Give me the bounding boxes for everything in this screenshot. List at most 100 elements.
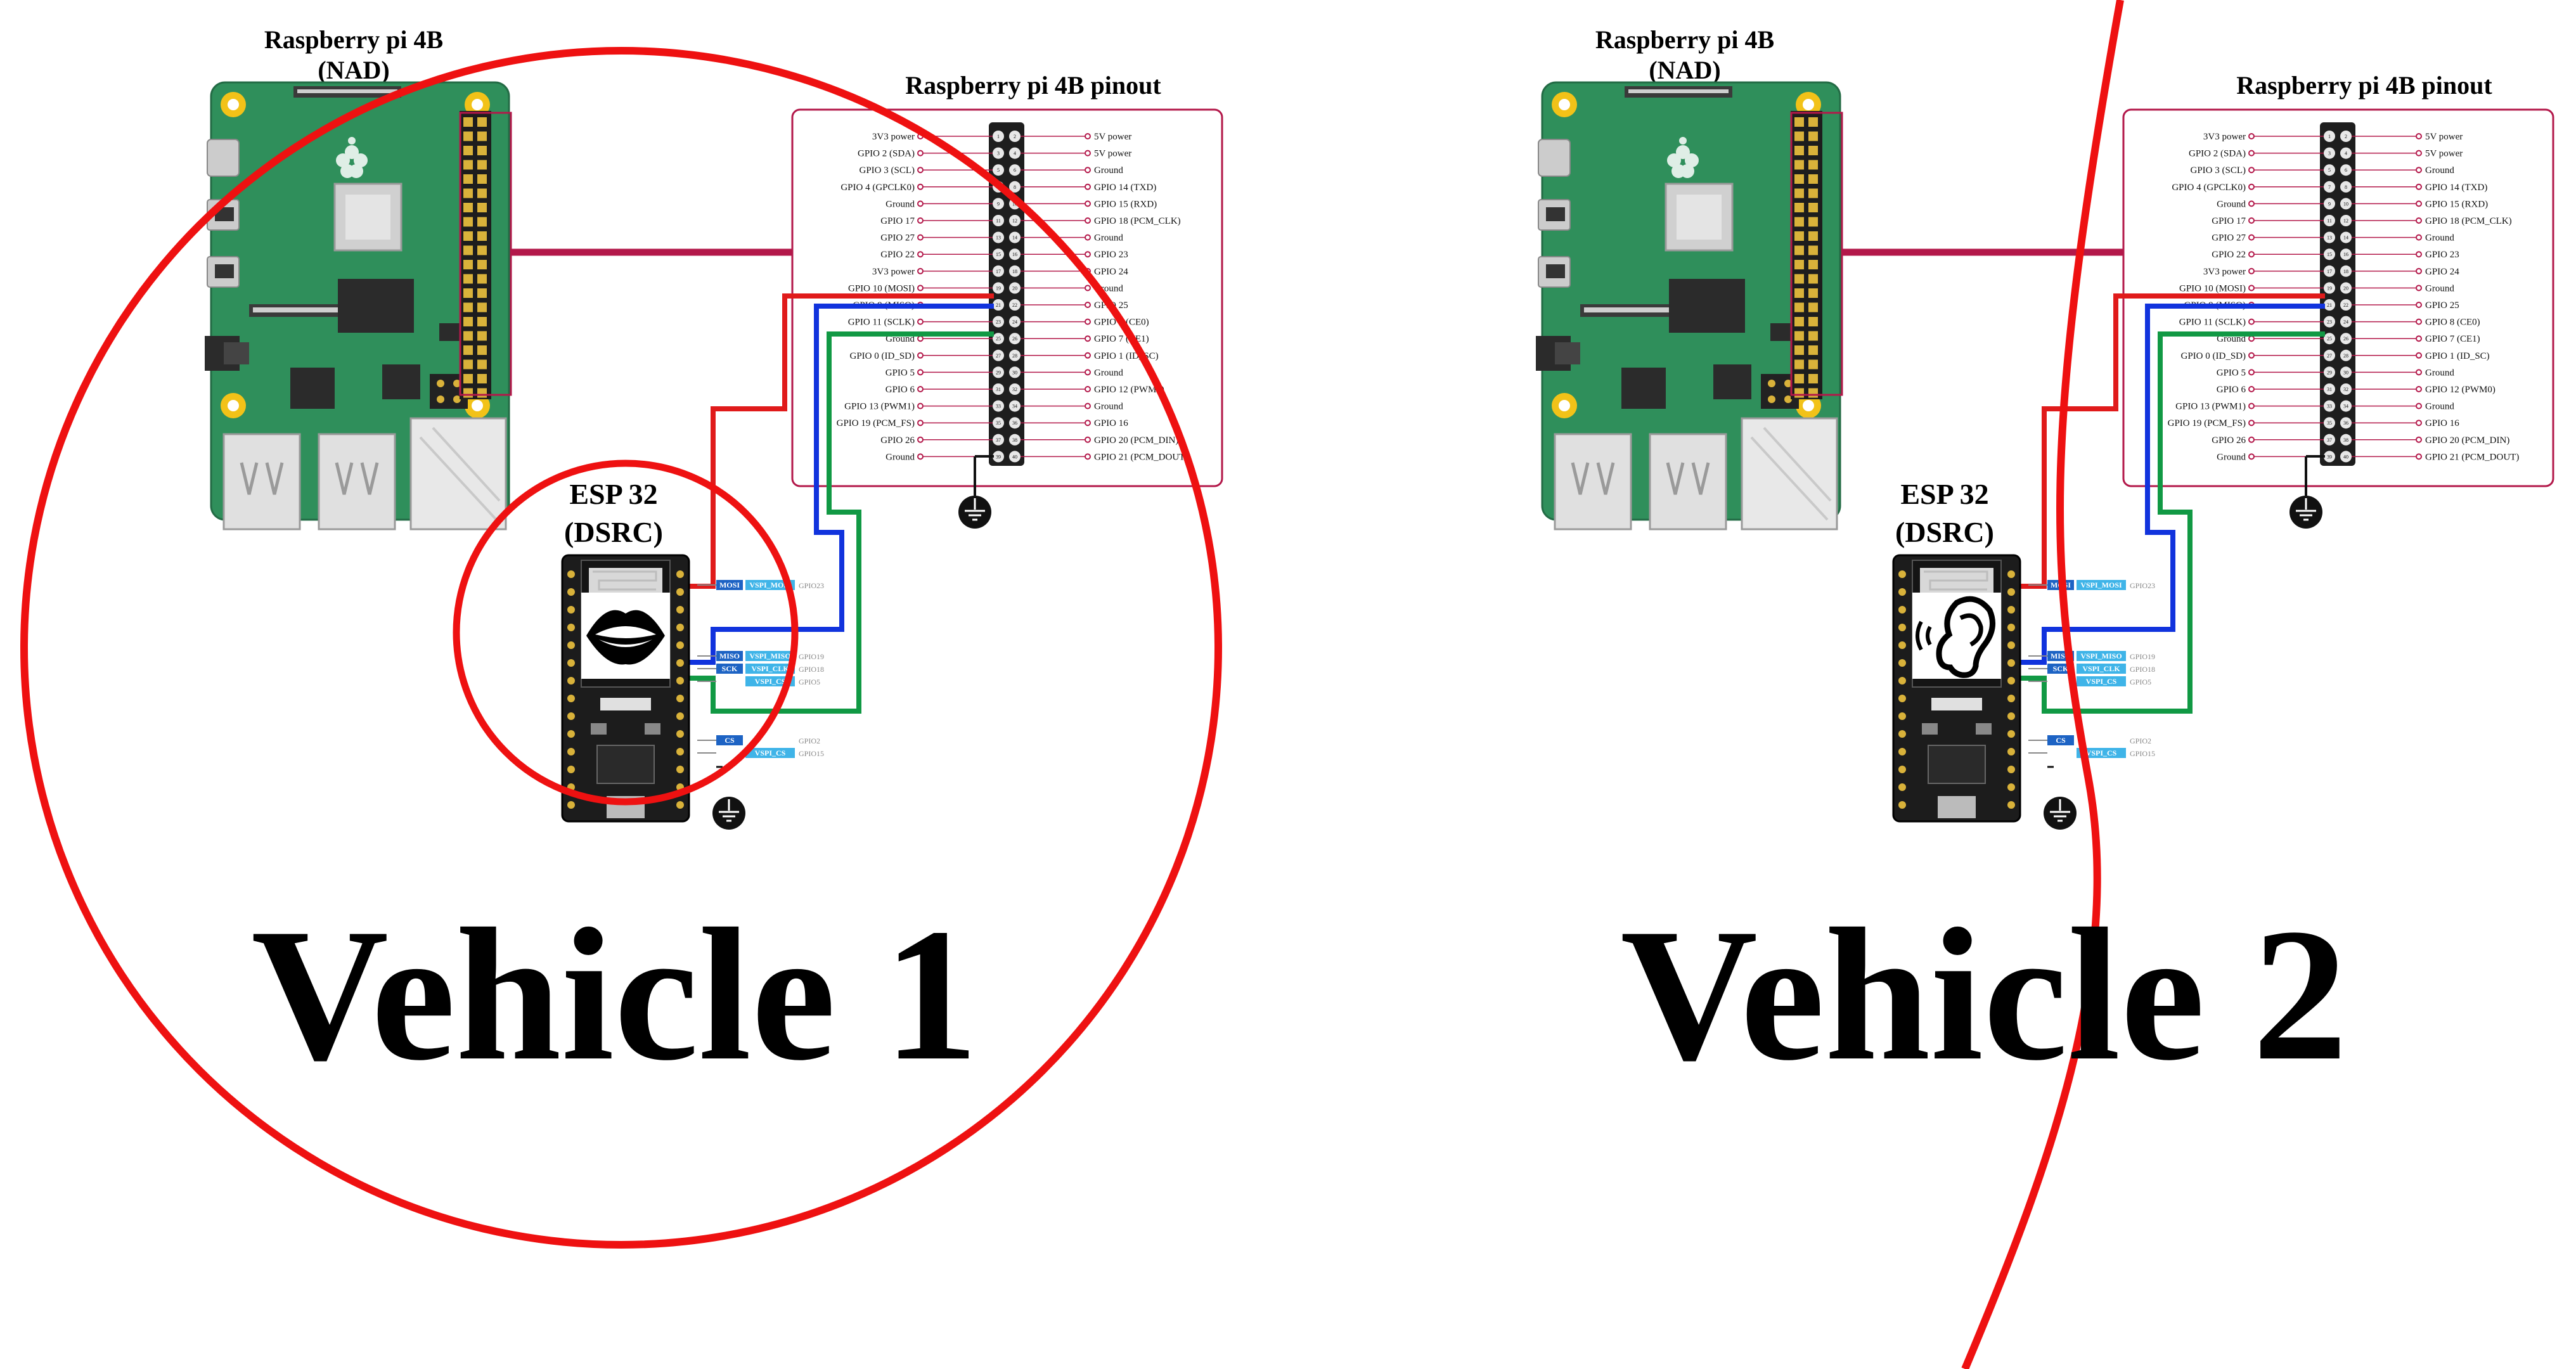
pin-marker xyxy=(2248,133,2255,139)
pin-number: 9 xyxy=(2328,201,2331,207)
pinout-label-right: GPIO 24 xyxy=(1094,267,1128,277)
pin-number: 38 xyxy=(1012,437,1017,443)
pin-marker xyxy=(2248,420,2255,427)
esp-pin-func-label-text: MOSI xyxy=(719,581,740,589)
esp-pin-vspi-label-text: VSPI_CS xyxy=(2086,749,2117,757)
pinout-label-left: GPIO 4 (GPCLK0) xyxy=(2172,183,2246,193)
pinout-label-left: GPIO 11 (SCLK) xyxy=(848,318,915,328)
pin-marker xyxy=(1085,386,1091,392)
pin-marker xyxy=(2248,267,2255,274)
pin-marker xyxy=(917,436,924,443)
pin-number: 26 xyxy=(2343,336,2348,342)
pinout-label-left: GPIO 26 xyxy=(2212,435,2246,446)
esp-gpio-label: GPIO18 xyxy=(2130,665,2155,674)
pin-number: 13 xyxy=(2327,235,2332,241)
pin-number: 14 xyxy=(1012,235,1017,241)
pinout-label-left: GPIO 19 (PCM_FS) xyxy=(837,418,915,428)
pin-number: 32 xyxy=(1012,387,1017,392)
pinout-label-left: 3V3 power xyxy=(2203,132,2246,142)
pinout-label-right: 5V power xyxy=(2425,149,2463,159)
pin-number: 3 xyxy=(997,151,1000,157)
pin-number: 4 xyxy=(2345,151,2347,157)
pin-marker xyxy=(1085,285,1091,292)
pin-number: 40 xyxy=(2343,454,2348,460)
esp-pin-vspi-label-text: VSPI_CS xyxy=(2086,677,2117,686)
pin-marker xyxy=(2248,402,2255,409)
pin-number: 36 xyxy=(2343,420,2348,426)
pin-marker xyxy=(2416,167,2422,174)
pinout-label-left: GPIO 13 (PWM1) xyxy=(2175,402,2246,412)
pinout-label-right: GPIO 21 (PCM_DOUT) xyxy=(2425,452,2519,462)
pin-marker xyxy=(917,234,924,241)
pin-marker xyxy=(2416,402,2422,409)
pin-marker xyxy=(917,402,924,409)
pin-marker xyxy=(2248,183,2255,190)
esp-pin-vspi-label-text: VSPI_MOSI xyxy=(2080,581,2122,589)
pin-number: 35 xyxy=(996,420,1001,426)
pinout-label-right: GPIO 18 (PCM_CLK) xyxy=(2425,216,2512,226)
pin-number: 23 xyxy=(996,319,1001,325)
pinout-label-right: Ground xyxy=(2425,368,2454,378)
pin-number: 15 xyxy=(2327,252,2332,257)
pin-marker xyxy=(2248,285,2255,292)
esp-pin-vspi-label-text: VSPI_MISO xyxy=(749,652,790,660)
pin-marker xyxy=(1085,251,1091,258)
pin-number: 19 xyxy=(2327,285,2332,291)
pin-number: 37 xyxy=(2327,437,2332,443)
pinout-label-right: GPIO 8 (CE0) xyxy=(2425,318,2480,328)
pin-number: 6 xyxy=(1014,167,1016,173)
pinout-label-right: GPIO 16 xyxy=(2425,418,2459,428)
pin-number: 40 xyxy=(1012,454,1017,460)
pin-marker xyxy=(917,369,924,376)
pin-marker xyxy=(1085,335,1091,342)
esp-title-line2: (DSRC) xyxy=(1895,516,1994,548)
pinout-label-right: GPIO 7 (CE1) xyxy=(1094,334,1149,344)
pinout-label-right: GPIO 14 (TXD) xyxy=(2425,183,2487,193)
pinout-label-left: Ground xyxy=(886,199,915,209)
pinout-label-right: GPIO 20 (PCM_DIN) xyxy=(2425,435,2509,446)
pinout-label-right: Ground xyxy=(2425,402,2454,412)
pin-number: 24 xyxy=(2343,319,2348,325)
pinout-label-right: Ground xyxy=(2425,283,2454,293)
pin-number: 17 xyxy=(996,269,1001,274)
wire-miso xyxy=(688,304,994,665)
pin-number: 25 xyxy=(996,336,1001,342)
pin-marker xyxy=(1085,369,1091,376)
pin-number: 16 xyxy=(1012,252,1017,257)
pinout-label-right: 5V power xyxy=(2425,132,2463,142)
pinout-title: Raspberry pi 4B pinout xyxy=(2236,71,2492,100)
pinout-label-left: GPIO 13 (PWM1) xyxy=(844,402,915,412)
ground-icon xyxy=(2288,494,2324,530)
pin-number: 28 xyxy=(1012,353,1017,359)
pin-number: 12 xyxy=(1012,218,1017,224)
pinout-label-left: GPIO 19 (PCM_FS) xyxy=(2168,418,2246,428)
pin-marker xyxy=(917,352,924,359)
pinout-label-left: GPIO 10 (MOSI) xyxy=(848,283,915,293)
pinout-label-left: 3V3 power xyxy=(872,267,915,277)
pin-marker xyxy=(2416,285,2422,292)
esp-gpio-label: GPIO23 xyxy=(799,581,824,590)
pinout-label-left: GPIO 27 xyxy=(2212,233,2246,243)
pinout-label-left: GPIO 27 xyxy=(880,233,915,243)
pinout-label-left: GPIO 11 (SCLK) xyxy=(2179,318,2246,328)
pin-number: 2 xyxy=(1014,134,1016,139)
pin-marker xyxy=(2248,200,2255,207)
pinout-label-right: GPIO 12 (PWM0) xyxy=(2425,385,2496,395)
pin-number: 2 xyxy=(2345,134,2347,139)
pinout-label-left: GPIO 0 (ID_SD) xyxy=(850,351,915,361)
pin-number: 33 xyxy=(2327,404,2332,409)
pin-number: 18 xyxy=(1012,269,1017,274)
esp-gpio-label: GPIO2 xyxy=(2130,736,2151,745)
pin-marker xyxy=(2416,335,2422,342)
pin-number: 22 xyxy=(1012,302,1017,308)
raspberry-pi-board xyxy=(205,82,509,529)
pin-marker xyxy=(917,386,924,392)
pin-number: 34 xyxy=(2343,404,2348,409)
pin-marker xyxy=(1085,133,1091,139)
pin-number: 24 xyxy=(1012,319,1017,325)
pin-number: 18 xyxy=(2343,269,2348,274)
esp-gpio-label: GPIO15 xyxy=(2130,749,2155,758)
pinout-label-right: GPIO 24 xyxy=(2425,267,2459,277)
pin-marker xyxy=(2248,352,2255,359)
pin-number: 30 xyxy=(1012,370,1017,375)
